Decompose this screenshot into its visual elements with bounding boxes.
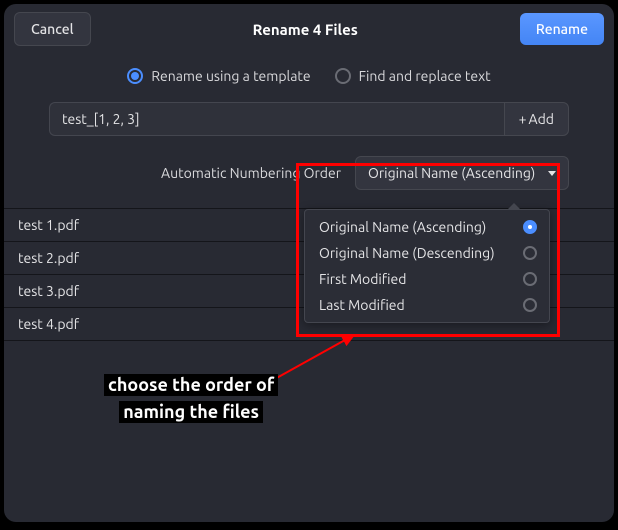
chevron-down-icon xyxy=(548,171,556,176)
titlebar: Cancel Rename 4 Files Rename xyxy=(4,4,614,54)
radio-icon xyxy=(523,220,537,234)
add-label: Add xyxy=(529,111,554,127)
mode-findreplace-radio[interactable]: Find and replace text xyxy=(335,68,491,84)
menu-item-label: Original Name (Descending) xyxy=(319,245,495,261)
annotation-line: choose the order of xyxy=(104,374,278,396)
dialog-title: Rename 4 Files xyxy=(253,21,358,38)
add-button[interactable]: +Add xyxy=(504,102,569,136)
dropdown-selected-label: Original Name (Ascending) xyxy=(368,165,535,181)
menu-item-last-modified[interactable]: Last Modified xyxy=(305,292,549,318)
radio-icon xyxy=(127,68,143,84)
mode-template-label: Rename using a template xyxy=(151,68,310,84)
annotation-text: choose the order of naming the files xyxy=(104,372,278,426)
menu-item-original-asc[interactable]: Original Name (Ascending) xyxy=(305,214,549,240)
menu-item-original-desc[interactable]: Original Name (Descending) xyxy=(305,240,549,266)
numbering-order-dropdown[interactable]: Original Name (Ascending) xyxy=(355,156,569,190)
plus-icon: + xyxy=(519,111,527,127)
template-input[interactable] xyxy=(49,102,504,136)
numbering-order-label: Automatic Numbering Order xyxy=(161,165,341,181)
numbering-order-menu: Original Name (Ascending) Original Name … xyxy=(304,209,550,323)
numbering-order-row: Automatic Numbering Order Original Name … xyxy=(49,156,569,190)
mode-template-radio[interactable]: Rename using a template xyxy=(127,68,310,84)
annotation-line: naming the files xyxy=(119,401,263,423)
template-input-row: +Add xyxy=(49,102,569,136)
cancel-button[interactable]: Cancel xyxy=(14,12,91,46)
rename-dialog: Cancel Rename 4 Files Rename Rename usin… xyxy=(4,4,614,522)
rename-button[interactable]: Rename xyxy=(520,13,604,45)
radio-icon xyxy=(335,68,351,84)
menu-item-label: Original Name (Ascending) xyxy=(319,219,486,235)
mode-findreplace-label: Find and replace text xyxy=(359,68,491,84)
radio-icon xyxy=(523,272,537,286)
menu-item-label: Last Modified xyxy=(319,297,405,313)
mode-radio-group: Rename using a template Find and replace… xyxy=(4,54,614,102)
menu-item-label: First Modified xyxy=(319,271,406,287)
radio-icon xyxy=(523,246,537,260)
menu-item-first-modified[interactable]: First Modified xyxy=(305,266,549,292)
radio-icon xyxy=(523,298,537,312)
